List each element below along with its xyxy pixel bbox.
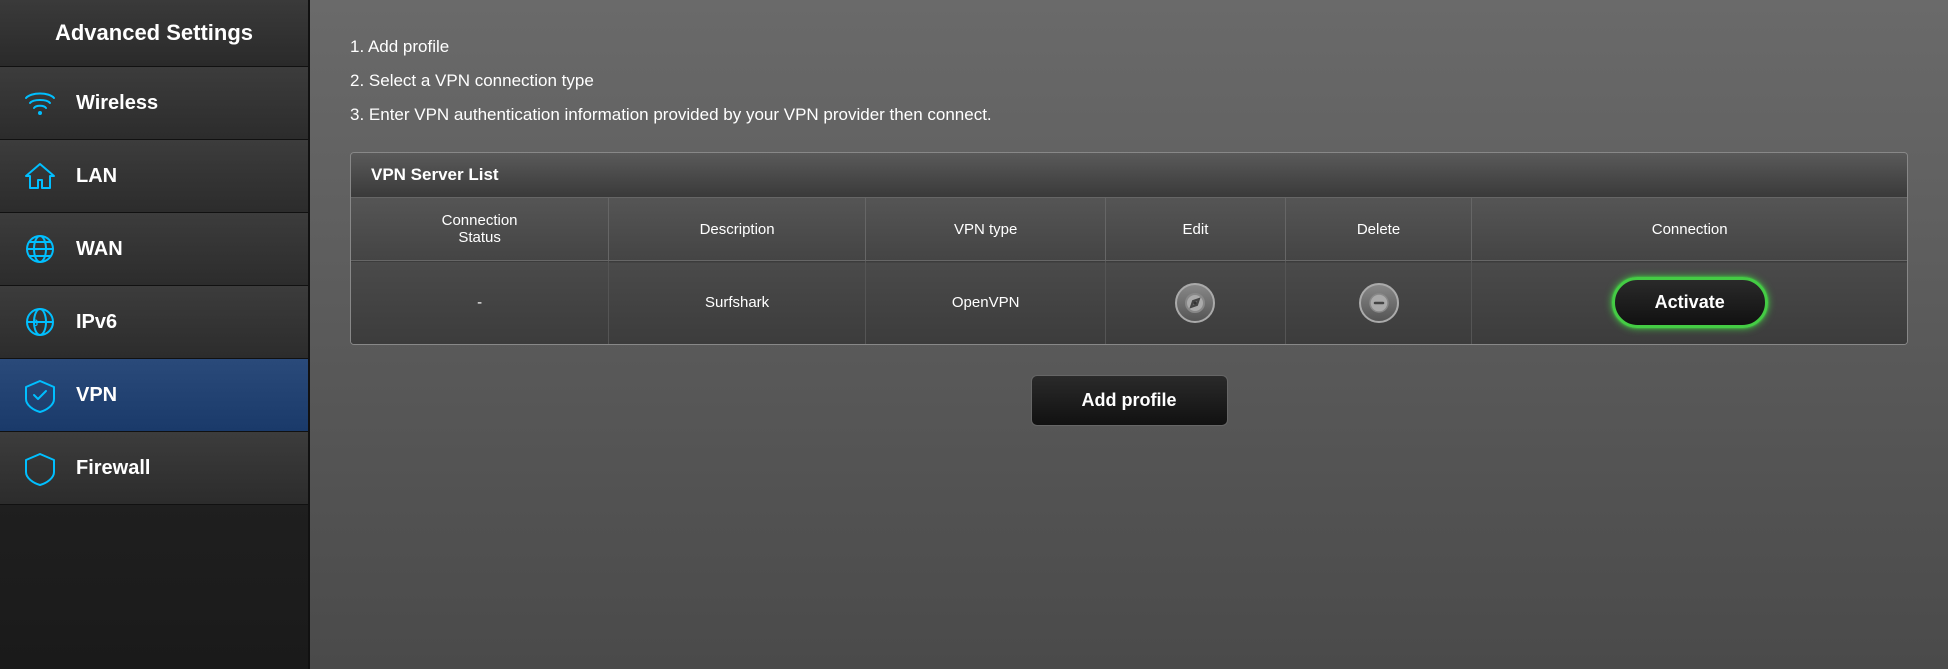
delete-button[interactable] [1359, 283, 1399, 323]
col-connection: Connection [1472, 198, 1907, 261]
sidebar-item-label-lan: LAN [76, 165, 117, 188]
cell-delete [1285, 261, 1472, 345]
instruction-1: 1. Add profile [350, 30, 1908, 64]
main-content: 1. Add profile 2. Select a VPN connectio… [310, 0, 1948, 669]
vpn-table-title: VPN Server List [351, 153, 1907, 198]
instructions: 1. Add profile 2. Select a VPN connectio… [350, 30, 1908, 132]
sidebar-item-label-ipv6: IPv6 [76, 311, 117, 334]
home-icon [20, 156, 60, 196]
instruction-2: 2. Select a VPN connection type [350, 64, 1908, 98]
sidebar-item-vpn[interactable]: VPN [0, 359, 308, 432]
shield-icon [20, 448, 60, 488]
col-description: Description [609, 198, 866, 261]
cell-description: Surfshark [609, 261, 866, 345]
edit-button[interactable] [1175, 283, 1215, 323]
sidebar-item-lan[interactable]: LAN [0, 140, 308, 213]
svg-text:6: 6 [33, 318, 38, 328]
cell-connection: Activate [1472, 261, 1907, 345]
cell-edit [1106, 261, 1285, 345]
col-vpn-type: VPN type [866, 198, 1106, 261]
sidebar-item-ipv6[interactable]: 6 IPv6 [0, 286, 308, 359]
ipv6-icon: 6 [20, 302, 60, 342]
sidebar-item-label-wireless: Wireless [76, 92, 158, 115]
sidebar-item-label-wan: WAN [76, 238, 123, 261]
wifi-icon [20, 83, 60, 123]
activate-wrapper: Activate [1492, 277, 1887, 328]
col-delete: Delete [1285, 198, 1472, 261]
globe-icon [20, 229, 60, 269]
vpn-server-list: VPN Server List ConnectionStatus Descrip… [350, 152, 1908, 345]
instruction-3: 3. Enter VPN authentication information … [350, 98, 1908, 132]
sidebar-item-wan[interactable]: WAN [0, 213, 308, 286]
vpn-icon [20, 375, 60, 415]
sidebar-item-label-firewall: Firewall [76, 457, 150, 480]
activate-button[interactable]: Activate [1612, 277, 1768, 328]
sidebar-item-wireless[interactable]: Wireless [0, 67, 308, 140]
sidebar-title: Advanced Settings [0, 0, 308, 67]
sidebar-item-label-vpn: VPN [76, 384, 117, 407]
cell-status: - [351, 261, 609, 345]
col-connection-status: ConnectionStatus [351, 198, 609, 261]
cell-vpn-type: OpenVPN [866, 261, 1106, 345]
col-edit: Edit [1106, 198, 1285, 261]
sidebar: Advanced Settings Wireless LAN [0, 0, 310, 669]
sidebar-item-firewall[interactable]: Firewall [0, 432, 308, 505]
table-header-row: ConnectionStatus Description VPN type Ed… [351, 198, 1907, 261]
vpn-table: ConnectionStatus Description VPN type Ed… [351, 198, 1907, 344]
table-row: - Surfshark OpenVPN [351, 261, 1907, 345]
add-profile-button[interactable]: Add profile [1031, 375, 1228, 426]
